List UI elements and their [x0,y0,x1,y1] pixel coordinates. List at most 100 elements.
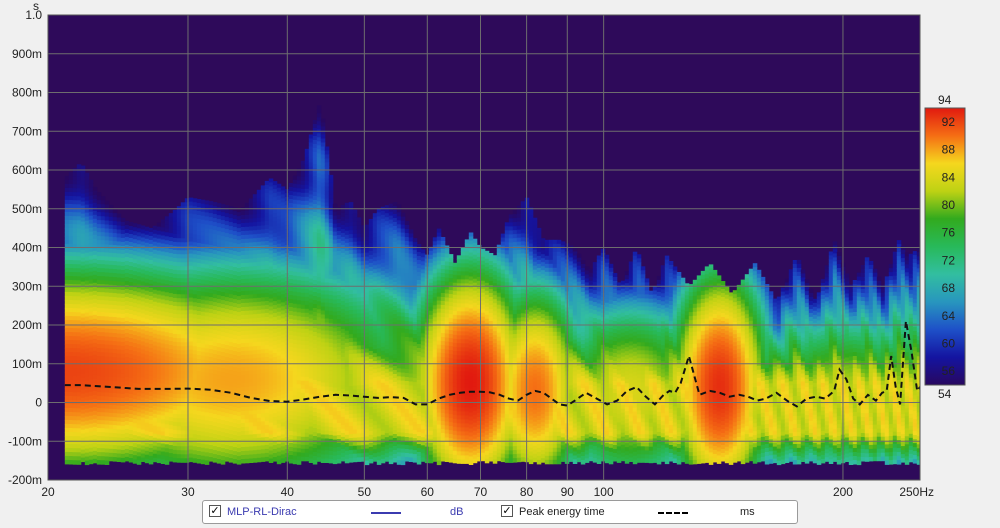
heatmap-cell [240,423,246,428]
heatmap-cell [140,341,146,346]
heatmap-cell [212,326,218,331]
heatmap-cell [264,268,270,274]
heatmap-cell [292,379,298,385]
heatmap-cell [292,363,298,369]
heatmap-cell [132,303,138,308]
heatmap-cell [288,195,294,200]
heatmap-cell [252,418,258,423]
heatmap-cell [216,215,222,220]
heatmap-cell [312,404,318,409]
heatmap-cell [344,422,350,428]
heatmap-cell [280,350,286,355]
heatmap-cell [276,319,282,325]
heatmap-cell [260,405,266,410]
heatmap-cell [160,319,166,324]
heatmap-cell [224,265,230,270]
heatmap-cell [352,237,358,243]
heatmap-cell [356,441,362,446]
heatmap-cell [188,389,194,395]
heatmap-cell [184,406,190,411]
heatmap-cell [152,321,158,327]
heatmap-cell [104,456,110,461]
heatmap-cell [196,335,202,340]
heatmap-cell [312,288,318,293]
heatmap-cell [120,225,126,231]
heatmap-cell [128,302,134,307]
heatmap-cell [256,293,262,299]
heatmap-cell [328,338,334,344]
heatmap-cell [204,332,210,337]
heatmap-cell [328,310,334,316]
heatmap-cell [348,398,354,403]
heatmap-cell [320,346,326,351]
heatmap-cell [216,451,222,456]
heatmap-cell [140,253,146,258]
heatmap-cell [144,442,150,448]
heatmap-cell [72,260,78,265]
heatmap-cell [64,367,70,373]
heatmap-cell [80,397,86,403]
heatmap-cell [132,427,138,432]
heatmap-cell [248,458,254,463]
heatmap-cell [340,296,346,302]
heatmap-cell [156,234,162,240]
heatmap-cell [224,337,230,342]
heatmap-cell [80,253,86,259]
heatmap-cell [76,168,82,173]
heatmap-cell [228,310,234,315]
heatmap-cell [324,342,330,347]
heatmap-cell [240,443,246,448]
heatmap-cell [184,346,190,351]
heatmap-cell [320,222,326,227]
heatmap-cell [88,191,94,197]
heatmap-cell [328,290,334,296]
heatmap-cell [168,281,174,286]
heatmap-cell [176,350,182,355]
heatmap-cell [240,327,246,332]
heatmap-cell [280,418,286,423]
heatmap-cell [84,404,90,410]
heatmap-cell [184,330,190,335]
heatmap-cell [148,255,154,261]
heatmap-cell [220,316,226,321]
heatmap-cell [148,367,154,373]
heatmap-cell [84,268,90,274]
heatmap-cell [296,212,302,217]
heatmap-cell [216,419,222,424]
heatmap-cell [296,220,302,225]
heatmap-cell [172,413,178,419]
heatmap-cell [176,454,182,459]
heatmap-cell [132,459,138,464]
heatmap-cell [248,262,254,267]
heatmap-cell [180,370,186,375]
heatmap-cell [268,218,274,223]
heatmap-cell [208,309,214,314]
heatmap-cell [132,431,138,436]
heatmap-cell [304,348,310,354]
heatmap-cell [336,299,342,304]
heatmap-cell [224,429,230,434]
heatmap-cell [180,286,186,291]
heatmap-cell [264,208,270,214]
heatmap-cell [304,388,310,394]
heatmap-cell [340,420,346,426]
heatmap-cell [236,248,242,253]
heatmap-cell [208,305,214,310]
heatmap-cell [312,256,318,261]
heatmap-cell [196,383,202,388]
heatmap-cell [336,431,342,436]
heatmap-cell [68,344,74,349]
heatmap-cell [256,249,262,255]
heatmap-cell [208,349,214,354]
heatmap-cell [116,409,122,414]
heatmap-cell [88,259,94,265]
heatmap-cell [352,325,358,331]
heatmap-cell [164,372,170,377]
heatmap-cell [280,190,286,195]
heatmap-cell [292,247,298,253]
heatmap-cell [136,456,142,461]
heatmap-cell [88,327,94,333]
heatmap-cell [196,451,202,456]
heatmap-cell [312,248,318,253]
heatmap-cell [84,200,90,206]
